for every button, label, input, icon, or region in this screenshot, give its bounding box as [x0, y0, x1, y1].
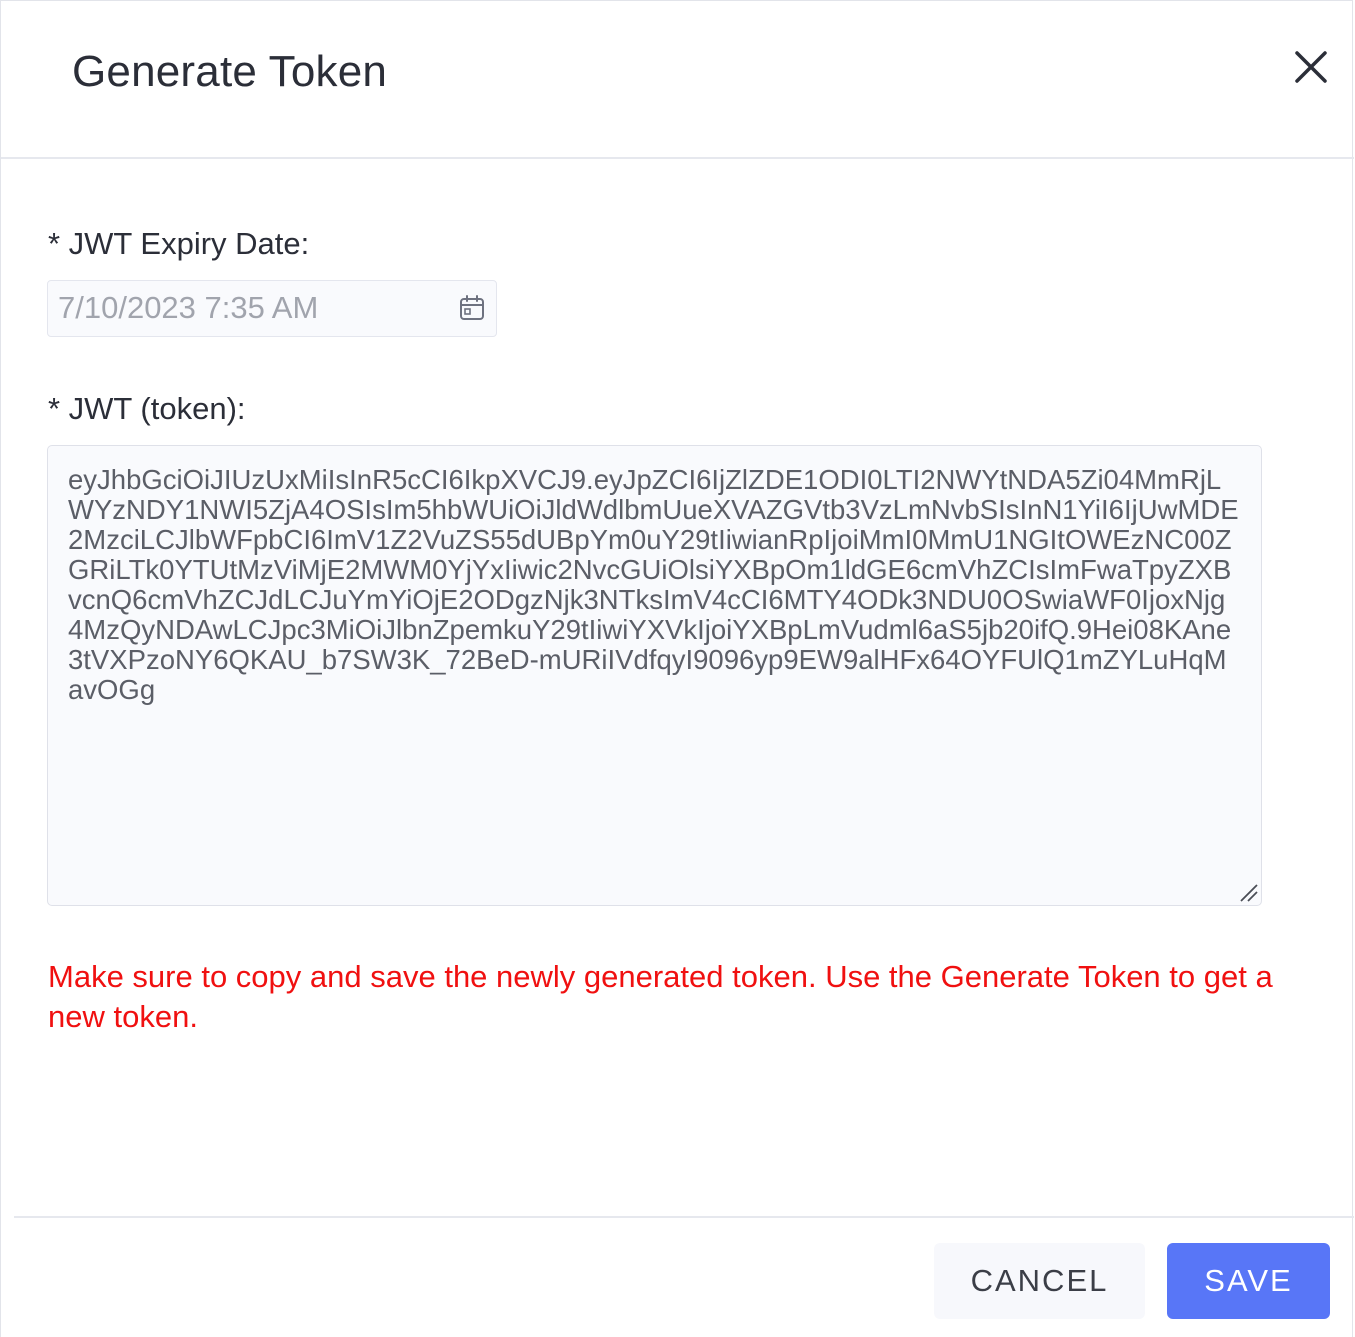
expiry-date-value: 7/10/2023 7:35 AM	[58, 290, 319, 325]
resize-handle-icon[interactable]	[1237, 881, 1259, 903]
token-value[interactable]: eyJhbGciOiJIUzUxMiIsInR5cCI6IkpXVCJ9.eyJ…	[68, 465, 1240, 705]
cancel-button[interactable]: CANCEL	[934, 1243, 1145, 1319]
dialog-title: Generate Token	[72, 47, 388, 96]
generate-token-dialog: Generate Token * JWT Expiry Date: 7/10/2…	[0, 0, 1354, 1337]
token-textarea[interactable]: eyJhbGciOiJIUzUxMiIsInR5cCI6IkpXVCJ9.eyJ…	[47, 445, 1262, 906]
close-button[interactable]	[1289, 45, 1333, 89]
footer-divider	[14, 1216, 1354, 1218]
expiry-date-input[interactable]: 7/10/2023 7:35 AM	[47, 280, 497, 337]
token-label: * JWT (token):	[48, 391, 246, 426]
dialog-header: Generate Token	[1, 1, 1354, 159]
save-button[interactable]: SAVE	[1167, 1243, 1330, 1319]
close-icon	[1295, 51, 1327, 83]
expiry-date-label: * JWT Expiry Date:	[48, 226, 310, 261]
calendar-icon[interactable]	[458, 294, 486, 322]
copy-warning-message: Make sure to copy and save the newly gen…	[48, 959, 1273, 1034]
